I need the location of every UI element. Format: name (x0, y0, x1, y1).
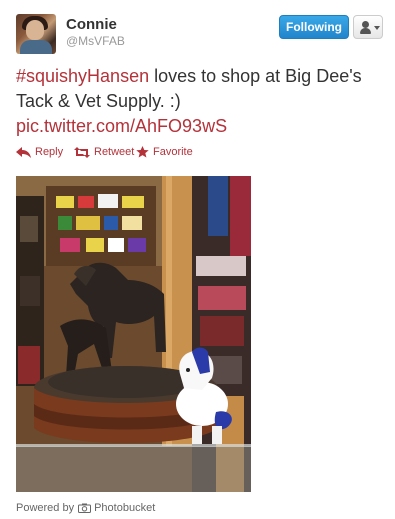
photo-scene (16, 176, 251, 492)
reply-button[interactable]: Reply (16, 146, 63, 158)
powered-prefix: Powered by (16, 502, 75, 514)
favorite-button[interactable]: Favorite (136, 146, 193, 158)
user-icon (362, 21, 369, 28)
powered-by: Powered by Photobucket (16, 502, 155, 514)
retweet-button[interactable]: Retweet (74, 146, 134, 158)
display-name[interactable]: Connie (66, 16, 117, 33)
media-link[interactable]: pic.twitter.com/AhFO93wS (16, 116, 227, 136)
camera-icon (78, 503, 92, 513)
retweet-label: Retweet (94, 146, 135, 158)
following-button[interactable]: Following (279, 15, 349, 39)
tweet-photo[interactable] (16, 176, 251, 492)
tweet-text: #squishyHansen loves to shop at Big Dee'… (16, 64, 386, 139)
tweet-card: Connie @MsVFAB Following #squishyHansen … (0, 0, 395, 519)
hashtag-link[interactable]: #squishyHansen (16, 66, 149, 86)
retweet-icon (74, 146, 90, 158)
photobucket-link[interactable]: Photobucket (94, 502, 155, 514)
favorite-label: Favorite (153, 146, 193, 158)
user-actions-button[interactable] (353, 15, 383, 39)
avatar-face (26, 20, 44, 40)
caret-down-icon (374, 26, 380, 30)
reply-icon (16, 146, 31, 158)
user-icon-body (360, 28, 371, 34)
reply-label: Reply (35, 146, 64, 158)
avatar-body (20, 40, 52, 54)
star-icon (136, 146, 149, 158)
avatar[interactable] (16, 14, 56, 54)
screen-name[interactable]: @MsVFAB (66, 34, 125, 48)
